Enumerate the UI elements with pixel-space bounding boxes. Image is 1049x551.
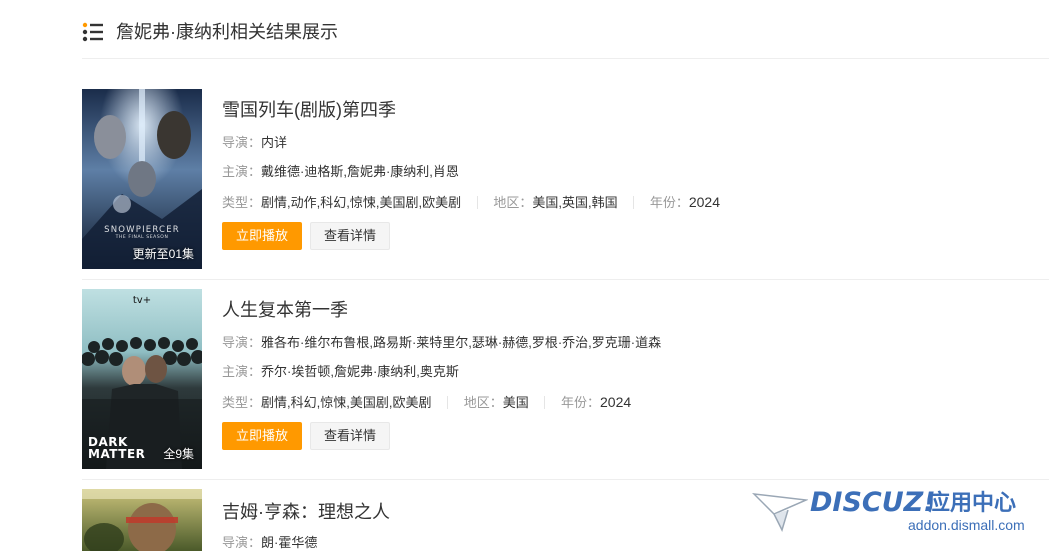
director-value: 雅各布·维尔布鲁根,路易斯·莱特里尔,瑟琳·赫德,罗根·乔治,罗克珊·道森 <box>261 335 662 350</box>
header-divider <box>82 58 1049 59</box>
genre-value: 剧情,科幻,惊悚,美国剧,欧美剧 <box>261 395 432 410</box>
year-value: 2024 <box>600 394 632 410</box>
watermark-cn: 应用中心 <box>928 490 1017 515</box>
play-button[interactable]: 立即播放 <box>222 422 302 450</box>
separator <box>544 396 546 409</box>
director-value: 内详 <box>261 135 288 150</box>
year-label: 年份： <box>561 395 601 410</box>
poster-title-text: DARK MATTER <box>88 435 146 461</box>
genre-label: 类型： <box>222 195 262 210</box>
results-header-title: 詹妮弗·康纳利相关结果展示 <box>116 22 338 42</box>
result-item: SNOWPIERCER THE FINAL SEASON 更新至01集 雪国列车… <box>82 89 1049 269</box>
item-divider <box>82 279 1049 280</box>
region-value: 美国 <box>502 395 529 410</box>
director-label: 导演： <box>222 535 262 550</box>
detail-button[interactable]: 查看详情 <box>310 422 390 450</box>
director-value: 朗·霍华德 <box>261 535 318 550</box>
director-row: 导演：内详 <box>222 134 287 152</box>
list-icon <box>82 21 104 43</box>
results-header: 詹妮弗·康纳利相关结果展示 <box>82 18 338 46</box>
cast-row: 主演：乔尔·埃哲顿,詹妮弗·康纳利,奥克斯 <box>222 363 459 381</box>
result-item: tv+ DARK MATTER 全9集 人生复本第一季 导演：雅各布·维尔布鲁根… <box>82 289 1049 469</box>
year-value: 2024 <box>688 194 720 210</box>
cast-label: 主演： <box>222 164 262 179</box>
director-row: 导演：雅各布·维尔布鲁根,路易斯·莱特里尔,瑟琳·赫德,罗根·乔治,罗克珊·道森 <box>222 334 661 352</box>
cast-value: 戴维德·迪格斯,詹妮弗·康纳利,肖恩 <box>261 164 459 179</box>
genre-label: 类型： <box>222 395 262 410</box>
result-title[interactable]: 雪国列车(剧版)第四季 <box>222 98 396 122</box>
result-title[interactable]: 人生复本第一季 <box>222 298 348 322</box>
poster-subtitle-text: THE FINAL SEASON <box>115 235 169 240</box>
watermark-url: addon.dismall.com <box>908 517 1025 533</box>
genre-value: 剧情,动作,科幻,惊悚,美国剧,欧美剧 <box>261 195 462 210</box>
year-label: 年份： <box>649 195 689 210</box>
director-row: 导演：朗·霍华德 <box>222 534 317 551</box>
play-button[interactable]: 立即播放 <box>222 222 302 250</box>
poster-title-text: SNOWPIERCER <box>104 225 180 235</box>
cast-label: 主演： <box>222 364 262 379</box>
detail-button[interactable]: 查看详情 <box>310 222 390 250</box>
watermark-brand: DISCUZ! <box>810 487 936 518</box>
episode-badge: 更新至01集 <box>132 247 194 261</box>
separator <box>476 196 478 209</box>
item-divider <box>82 479 1049 480</box>
cast-row: 主演：戴维德·迪格斯,詹妮弗·康纳利,肖恩 <box>222 163 459 181</box>
region-label: 地区： <box>493 195 533 210</box>
episode-badge: 全9集 <box>163 447 194 461</box>
region-label: 地区： <box>463 395 503 410</box>
separator <box>633 196 635 209</box>
poster-logo-text: tv+ <box>132 295 152 306</box>
poster-image[interactable] <box>82 489 202 551</box>
search-results-page: 詹妮弗·康纳利相关结果展示 SNOWPIERCER THE FINAL SEAS… <box>0 0 1049 551</box>
separator <box>447 396 449 409</box>
director-label: 导演： <box>222 335 262 350</box>
info-row: 类型：剧情,动作,科幻,惊悚,美国剧,欧美剧 地区：美国,英国,韩国 年份：20… <box>222 193 720 212</box>
info-row: 类型：剧情,科幻,惊悚,美国剧,欧美剧 地区：美国 年份：2024 <box>222 393 631 412</box>
region-value: 美国,英国,韩国 <box>532 195 618 210</box>
watermark: DISCUZ! 应用中心 addon.dismall.com <box>751 487 1042 537</box>
cast-value: 乔尔·埃哲顿,詹妮弗·康纳利,奥克斯 <box>261 364 459 379</box>
result-title[interactable]: 吉姆·亨森：理想之人 <box>222 500 390 524</box>
poster-image[interactable]: tv+ DARK MATTER 全9集 <box>82 289 202 469</box>
poster-image[interactable]: SNOWPIERCER THE FINAL SEASON 更新至01集 <box>82 89 202 269</box>
director-label: 导演： <box>222 135 262 150</box>
paper-plane-icon <box>751 490 809 537</box>
